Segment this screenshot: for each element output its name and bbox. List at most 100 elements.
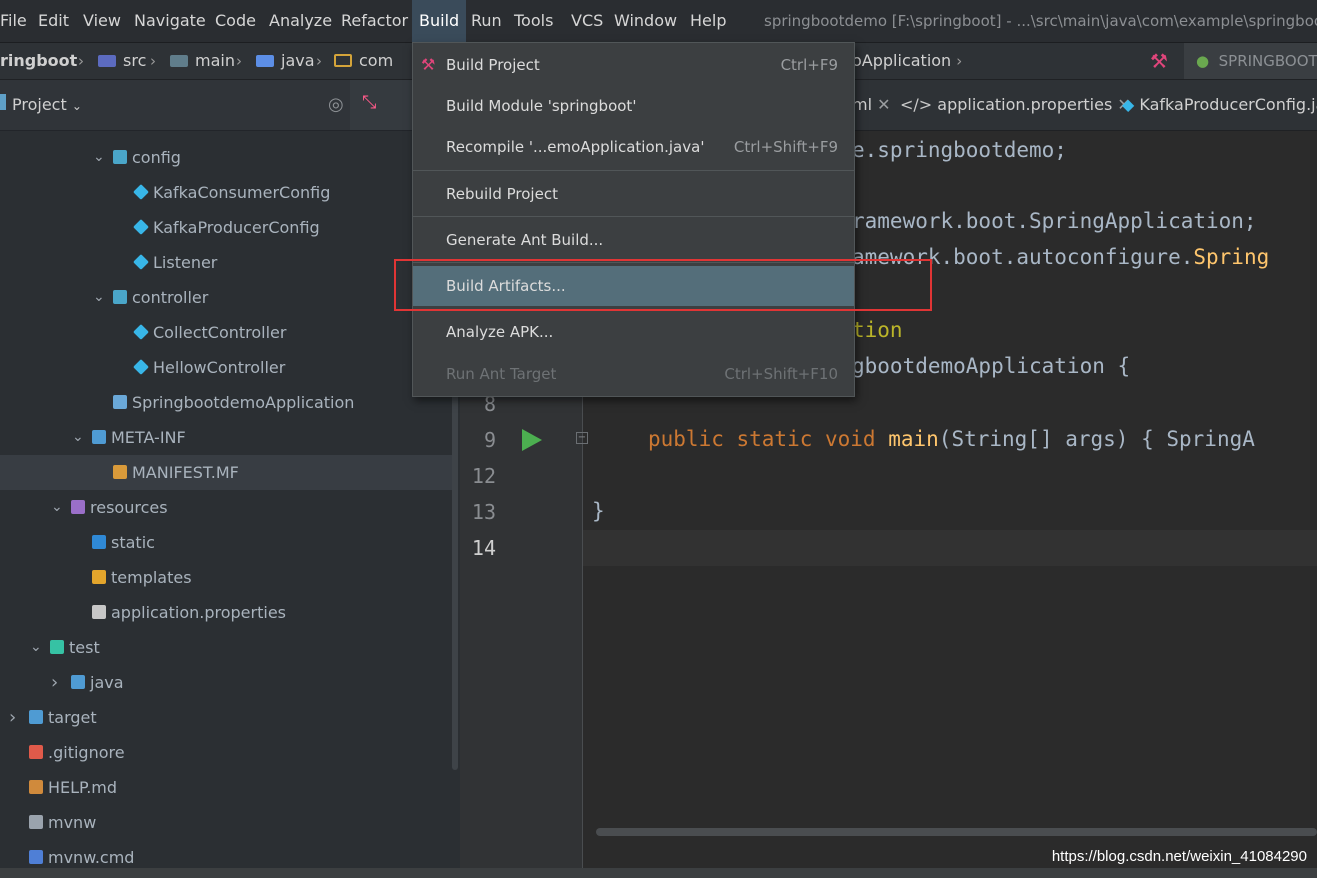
tree-item[interactable]: HELP.md [0, 770, 455, 805]
spring-class-icon [113, 395, 127, 409]
tree-item[interactable]: ⌄ resources [0, 490, 455, 525]
menu-code[interactable]: Code [215, 0, 256, 42]
fold-marker-icon[interactable]: − [576, 432, 588, 444]
chevron-down-icon[interactable]: ⌄ [30, 630, 44, 665]
menu-analyze[interactable]: Analyze [269, 0, 332, 42]
chevron-right-icon: › [150, 52, 156, 70]
menu-item-generate-ant-build[interactable]: Generate Ant Build... [413, 220, 854, 260]
project-panel-header: Project ⌄ ◎ ⤡ [0, 80, 460, 131]
tab-pom-xml[interactable]: ml ✕ [852, 80, 891, 130]
watermark: https://blog.csdn.net/weixin_41084290 [1051, 848, 1307, 865]
tree-item-label: controller [132, 288, 209, 307]
chevron-down-icon[interactable]: ⌄ [72, 420, 86, 455]
manifest-file-icon [113, 465, 127, 479]
class-icon: ◆ [1122, 95, 1135, 114]
tab-application-properties[interactable]: </> application.properties ✕ [900, 80, 1131, 130]
tree-item[interactable]: ⌄ test [0, 630, 455, 665]
properties-file-icon: </> [900, 95, 933, 114]
horizontal-scrollbar[interactable] [596, 828, 1317, 836]
tree-item-label: SpringbootdemoApplication [132, 393, 355, 412]
menu-edit[interactable]: Edit [38, 0, 69, 42]
test-folder-icon [50, 640, 64, 654]
tree-item[interactable]: KafkaConsumerConfig [0, 175, 455, 210]
tree-item[interactable]: KafkaProducerConfig [0, 210, 455, 245]
line-number: 9 [483, 428, 496, 452]
menu-item-analyze-apk[interactable]: Analyze APK... [413, 312, 854, 352]
tree-item-label: KafkaProducerConfig [153, 218, 320, 237]
menu-build[interactable]: Build [412, 0, 467, 42]
tree-item-label: KafkaConsumerConfig [153, 183, 331, 202]
chevron-right-icon[interactable]: › [51, 665, 65, 700]
run-config-selector[interactable]: ● SPRINGBOOT [1184, 43, 1317, 79]
tree-item[interactable]: static [0, 525, 455, 560]
chevron-down-icon[interactable]: ⌄ [93, 280, 107, 315]
tree-item[interactable]: SpringbootdemoApplication [0, 385, 455, 420]
tree-item[interactable]: ⌄ config [0, 140, 455, 175]
tree-item-label: templates [111, 568, 192, 587]
target-icon[interactable]: ◎ [328, 94, 344, 115]
tree-item-label: mvnw [48, 813, 97, 832]
hammer-icon: ⚒ [421, 55, 436, 74]
tree-item[interactable]: templates [0, 560, 455, 595]
tree-item[interactable]: › java [0, 665, 455, 700]
menu-window[interactable]: Window [614, 0, 677, 42]
menu-item-run-ant-target: Run Ant Target Ctrl+Shift+F10 [446, 365, 838, 383]
menu-separator [413, 216, 854, 217]
tree-item[interactable]: application.properties [0, 595, 455, 630]
menu-item-recompile[interactable]: Recompile '...emoApplication.java' Ctrl+S… [413, 127, 854, 167]
chevron-right-icon[interactable]: › [9, 700, 23, 735]
breadcrumb-main[interactable]: main [170, 43, 235, 79]
chevron-down-icon[interactable]: ⌄ [93, 140, 107, 175]
menu-vcs[interactable]: VCS [571, 0, 603, 42]
tree-item[interactable]: HellowController [0, 350, 455, 385]
build-menu: ⚒ Build Project Ctrl+F9 Build Module 'spr… [412, 42, 855, 397]
class-icon [133, 219, 149, 235]
tree-item[interactable]: ⌄ META-INF [0, 420, 455, 455]
run-gutter-icon[interactable] [520, 427, 544, 453]
annotation-highlight-box [394, 259, 932, 311]
menu-navigate[interactable]: Navigate [134, 0, 206, 42]
tab-kafka-producer-config[interactable]: ◆ KafkaProducerConfig.jav [1122, 80, 1317, 130]
cmd-file-icon [29, 850, 43, 864]
current-line-highlight [583, 530, 1317, 566]
tree-item-label: config [132, 148, 181, 167]
tree-item[interactable]: MANIFEST.MF [0, 455, 455, 490]
tree-item[interactable]: CollectController [0, 315, 455, 350]
code-line: public static void main(String[] args) {… [648, 427, 1255, 451]
resources-folder-icon [71, 500, 85, 514]
code-line: e.springbootdemo; [852, 138, 1067, 162]
hammer-icon[interactable]: ⚒ [1150, 43, 1168, 79]
breadcrumb-com[interactable]: com [334, 43, 393, 79]
tree-item[interactable]: › target [0, 700, 455, 735]
tree-item[interactable]: .gitignore [0, 735, 455, 770]
folder-icon [256, 55, 274, 67]
collapse-button[interactable]: ⤡ [350, 80, 412, 130]
breadcrumb-class[interactable]: oApplication › [852, 43, 962, 79]
menu-run[interactable]: Run [471, 0, 502, 42]
menu-bar: File Edit View Navigate Code Analyze Ref… [0, 0, 1317, 43]
project-view-selector[interactable]: Project ⌄ [12, 80, 82, 131]
status-bar [0, 868, 1317, 878]
tree-item-label: HELP.md [48, 778, 118, 797]
line-number: 13 [471, 500, 496, 524]
menu-refactor[interactable]: Refactor [341, 0, 408, 42]
folder-icon [71, 675, 85, 689]
breadcrumb-src[interactable]: src [98, 43, 146, 79]
class-icon [133, 359, 149, 375]
tree-item[interactable]: ⌄ controller [0, 280, 455, 315]
menu-item-build-project[interactable]: ⚒ Build Project Ctrl+F9 [413, 45, 854, 85]
tree-item[interactable]: mvnw [0, 805, 455, 840]
menu-file[interactable]: File [0, 0, 27, 42]
tree-item-label: META-INF [111, 428, 186, 447]
menu-item-build-module[interactable]: Build Module 'springboot' [413, 86, 854, 126]
chevron-down-icon[interactable]: ⌄ [51, 490, 65, 525]
tree-item[interactable]: Listener [0, 245, 455, 280]
menu-tools[interactable]: Tools [514, 0, 553, 42]
tree-item-label: MANIFEST.MF [132, 463, 239, 482]
menu-item-rebuild-project[interactable]: Rebuild Project [413, 174, 854, 214]
menu-help[interactable]: Help [690, 0, 726, 42]
menu-view[interactable]: View [83, 0, 121, 42]
package-icon [113, 290, 127, 304]
breadcrumb-java[interactable]: java [256, 43, 315, 79]
breadcrumb-project[interactable]: ringboot [0, 43, 77, 79]
